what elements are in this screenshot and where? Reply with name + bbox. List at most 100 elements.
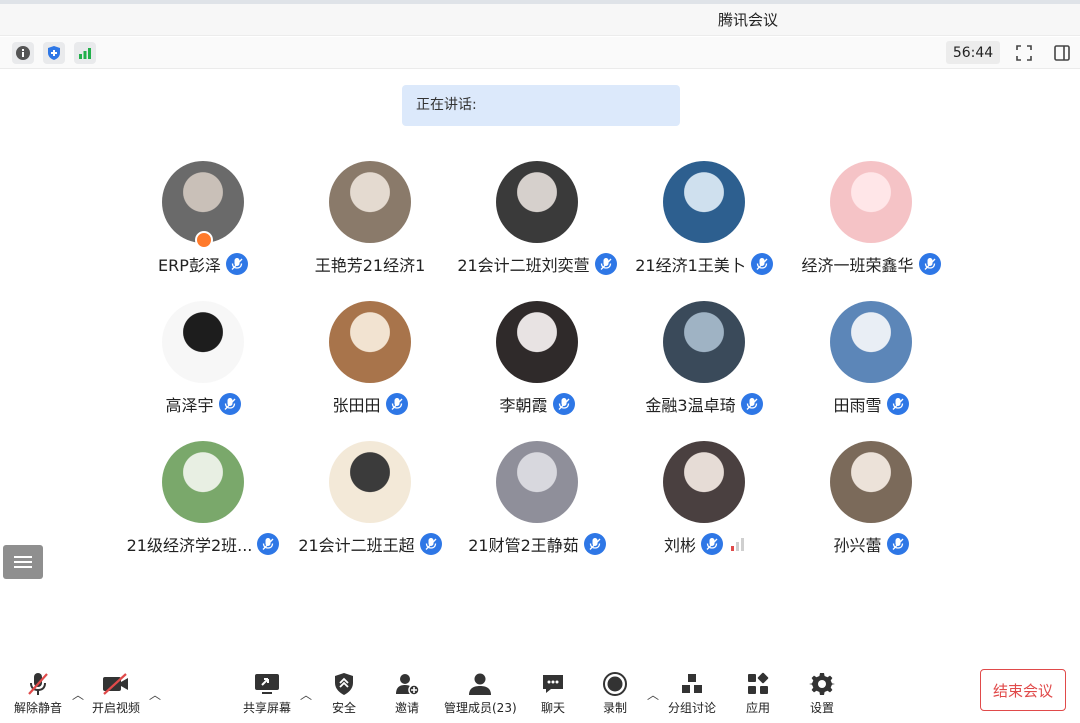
participant-name-row: 金融3温卓琦	[619, 391, 789, 417]
mic-muted-icon	[25, 670, 51, 698]
mic-icon	[886, 533, 909, 555]
avatar	[830, 161, 912, 243]
avatar	[496, 161, 578, 243]
participant-name-row: 孙兴蕾	[786, 531, 956, 557]
participant-tile[interactable]: 高泽宇	[118, 301, 288, 431]
manage-members-button[interactable]: 管理成员(23)	[444, 670, 517, 720]
shield-icon[interactable]	[43, 42, 65, 64]
mic-icon	[218, 393, 241, 415]
participant-name: 21级经济学2班...	[126, 536, 253, 555]
participant-name: 21会计二班王超	[298, 536, 415, 555]
participant-name: 21财管2王静茹	[468, 536, 579, 555]
mic-icon	[750, 253, 773, 275]
participant-name-row: 21财管2王静茹	[452, 531, 622, 557]
mic-icon	[918, 253, 941, 275]
participant-name-row: 高泽宇	[118, 391, 288, 417]
share-screen-icon	[253, 670, 281, 698]
apps-icon	[745, 670, 771, 698]
shield-icon	[332, 670, 356, 698]
status-bar: 56:44	[0, 37, 1080, 69]
participant-name-row: 21会计二班刘奕萱	[452, 251, 622, 277]
participant-tile[interactable]: 孙兴蕾	[786, 441, 956, 571]
speaking-indicator: 正在讲话:	[402, 85, 680, 126]
avatar	[663, 301, 745, 383]
avatar	[496, 441, 578, 523]
avatar	[663, 441, 745, 523]
breakout-rooms-button[interactable]: 分组讨论	[668, 670, 716, 720]
network-signal-icon	[731, 537, 744, 551]
mic-icon	[257, 533, 280, 555]
participant-tile[interactable]: ERP彭泽	[118, 161, 288, 291]
participant-name-row: 李朝霞	[452, 391, 622, 417]
avatar	[830, 441, 912, 523]
participant-tile[interactable]: 李朝霞	[452, 301, 622, 431]
video-options-chevron-icon[interactable]: ︿	[149, 686, 161, 703]
mic-icon	[886, 393, 909, 415]
info-icon[interactable]	[12, 42, 34, 64]
invite-button[interactable]: 邀请	[394, 670, 420, 720]
title-bar: 腾讯会议	[0, 0, 1080, 36]
record-options-chevron-icon[interactable]: ︿	[647, 686, 659, 703]
participant-name-row: 王艳芳21经济1	[285, 251, 455, 277]
avatar	[329, 301, 411, 383]
end-meeting-button[interactable]: 结束会议	[980, 669, 1066, 711]
avatar	[663, 161, 745, 243]
participant-name: 田雨雪	[833, 396, 882, 415]
participant-name-row: 21级经济学2班...	[118, 531, 288, 557]
mic-icon	[594, 253, 617, 275]
avatar	[329, 161, 411, 243]
participant-name-row: 21会计二班王超	[285, 531, 455, 557]
participant-name: 21会计二班刘奕萱	[457, 256, 590, 275]
mic-icon	[552, 393, 575, 415]
bottom-toolbar: 解除静音 ︿ 开启视频 ︿ 共享屏幕 ︿ 安全 邀请 管理成员(23) 聊天 录…	[0, 660, 1080, 723]
participant-name: 刘彬	[663, 536, 696, 555]
participant-name: 高泽宇	[165, 396, 214, 415]
participant-tile[interactable]: 张田田	[285, 301, 455, 431]
gear-icon	[809, 670, 835, 698]
participant-tile[interactable]: 21财管2王静茹	[452, 441, 622, 571]
avatar	[329, 441, 411, 523]
apps-button[interactable]: 应用	[745, 670, 771, 720]
participant-name: 王艳芳21经济1	[314, 256, 426, 275]
participant-tile[interactable]: 21级经济学2班...	[118, 441, 288, 571]
signal-icon[interactable]	[74, 42, 96, 64]
fullscreen-icon[interactable]	[1013, 42, 1035, 64]
participant-name: 金融3温卓琦	[645, 396, 736, 415]
share-screen-button[interactable]: 共享屏幕	[243, 670, 291, 720]
participant-tile[interactable]: 金融3温卓琦	[619, 301, 789, 431]
record-icon	[602, 670, 628, 698]
sidebar-toggle-icon[interactable]	[1051, 42, 1073, 64]
share-options-chevron-icon[interactable]: ︿	[300, 686, 312, 703]
avatar	[162, 301, 244, 383]
audio-options-chevron-icon[interactable]: ︿	[72, 686, 84, 703]
participant-tile[interactable]: 21会计二班刘奕萱	[452, 161, 622, 291]
chat-icon	[540, 670, 566, 698]
chat-button[interactable]: 聊天	[540, 670, 566, 720]
top-strip	[0, 0, 1080, 4]
mic-icon	[385, 393, 408, 415]
participant-name-row: 张田田	[285, 391, 455, 417]
unmute-button[interactable]: 解除静音	[14, 670, 62, 720]
mic-icon	[583, 533, 606, 555]
settings-button[interactable]: 设置	[809, 670, 835, 720]
camera-off-icon	[101, 670, 131, 698]
host-badge-icon	[195, 231, 213, 249]
mic-icon	[740, 393, 763, 415]
avatar	[496, 301, 578, 383]
participant-tile[interactable]: 田雨雪	[786, 301, 956, 431]
participant-tile[interactable]: 王艳芳21经济1	[285, 161, 455, 291]
security-button[interactable]: 安全	[332, 670, 356, 720]
participant-name-row: 田雨雪	[786, 391, 956, 417]
participant-name: 经济一班荣鑫华	[801, 256, 914, 275]
participant-name-row: 21经济1王美卜	[619, 251, 789, 277]
start-video-button[interactable]: 开启视频	[92, 670, 140, 720]
record-button[interactable]: 录制	[602, 670, 628, 720]
participant-tile[interactable]: 刘彬	[619, 441, 789, 571]
participant-name: 21经济1王美卜	[635, 256, 746, 275]
participant-name-row: 经济一班荣鑫华	[786, 251, 956, 277]
participant-name: 张田田	[332, 396, 381, 415]
participant-tile[interactable]: 经济一班荣鑫华	[786, 161, 956, 291]
member-list-toggle-icon[interactable]	[3, 545, 43, 579]
participant-tile[interactable]: 21经济1王美卜	[619, 161, 789, 291]
participant-tile[interactable]: 21会计二班王超	[285, 441, 455, 571]
